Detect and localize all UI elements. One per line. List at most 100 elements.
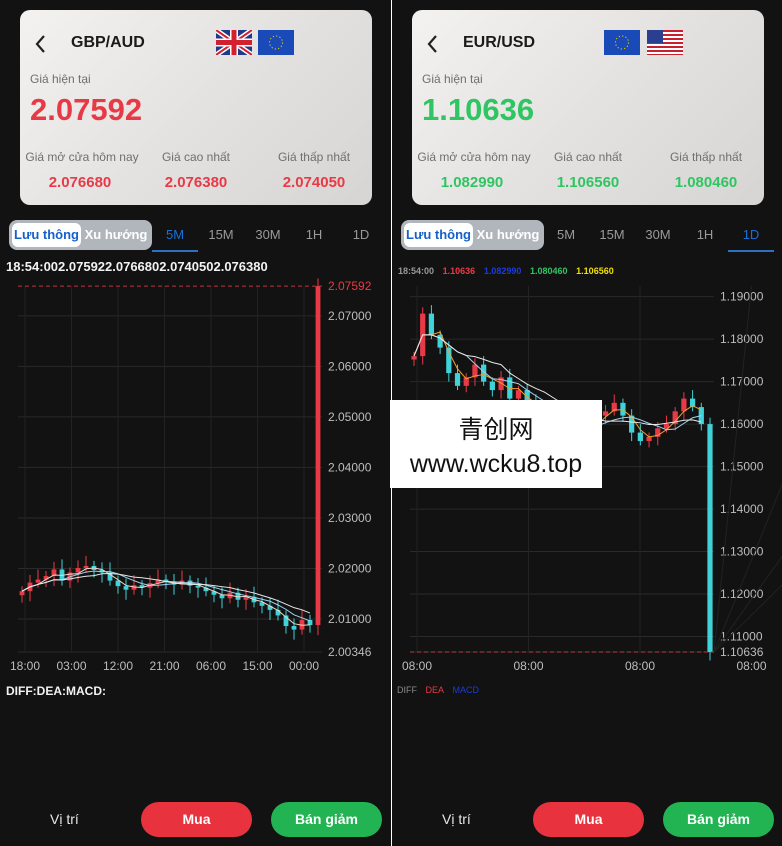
y-tick-label: 1.12000	[720, 587, 764, 601]
current-price-tag: 2.07592	[328, 279, 372, 293]
candle-body	[195, 585, 201, 588]
candle-body	[291, 626, 297, 630]
timeframe-1d[interactable]: 1D	[342, 227, 380, 242]
current-price: 1.10636	[422, 92, 535, 127]
y-tick-label: 2.07000	[328, 309, 372, 323]
macd-macd-label: MACD	[452, 685, 480, 695]
gbp-aud-candlestick-chart[interactable]: 2.07000 2.06000 2.05000 2.04000 2.03000 2.020…	[0, 270, 391, 670]
x-tick-label: 08:00	[513, 659, 543, 670]
timeframe-5m[interactable]: 5M	[156, 227, 194, 242]
candle-body	[707, 424, 713, 652]
macd-label: DIFF DEA MACD	[397, 685, 485, 695]
candle-body	[75, 567, 81, 573]
y-tick-label: 2.00346	[328, 645, 372, 659]
y-tick-label: 2.01000	[328, 612, 372, 626]
y-tick-label: 1.14000	[720, 502, 764, 516]
back-arrow-icon[interactable]	[424, 33, 442, 55]
open-value: 1.082990	[440, 174, 504, 191]
position-link[interactable]: Vị trí	[50, 811, 79, 827]
tab-circulation[interactable]: Lưu thông	[404, 223, 473, 247]
back-arrow-icon[interactable]	[32, 33, 50, 55]
high-value: 2.076380	[164, 174, 228, 191]
watermark: 青创网 www.wcku8.top	[390, 400, 602, 488]
y-tick-label: 1.11000	[720, 630, 763, 644]
x-tick-label: 08:00	[736, 659, 766, 670]
eu-flag-icon	[604, 30, 640, 55]
y-tick-label: 1.19000	[720, 290, 764, 304]
buy-button[interactable]: Mua	[533, 802, 644, 837]
timeframe-1h[interactable]: 1H	[686, 227, 724, 242]
y-tick-label: 2.05000	[328, 410, 372, 424]
candle-body	[315, 286, 321, 626]
watermark-url: www.wcku8.top	[409, 450, 583, 478]
buy-button[interactable]: Mua	[141, 802, 252, 837]
watermark-title: 青创网	[458, 416, 534, 444]
active-timeframe-indicator	[152, 250, 198, 252]
open-label: Giá mở cửa hôm nay	[25, 150, 139, 164]
high-label: Giá cao nhất	[161, 150, 231, 164]
low-value: 2.074050	[282, 174, 346, 191]
y-tick-label: 2.03000	[328, 511, 372, 525]
chart-mode-toggle: Lưu thông Xu hướng	[401, 220, 544, 250]
quote-card: EUR/USD Giá hiện tại 1.10636 Giá mở cửa …	[412, 10, 764, 205]
x-tick-label: 15:00	[242, 659, 272, 670]
timeframe-15m[interactable]: 15M	[202, 227, 240, 242]
candle-body	[681, 398, 687, 412]
high-value: 1.106560	[556, 174, 620, 191]
y-tick-label: 1.18000	[720, 332, 764, 346]
candle-body	[454, 373, 461, 386]
x-tick-label: 12:00	[103, 659, 133, 670]
y-tick-label: 2.04000	[328, 460, 372, 474]
open-value: 2.076680	[48, 174, 112, 191]
x-tick-label: 08:00	[402, 659, 432, 670]
uk-flag-icon	[216, 30, 252, 55]
y-tick-label: 2.02000	[328, 561, 372, 575]
low-value: 1.080460	[674, 174, 738, 191]
candle-body	[19, 591, 25, 596]
chart-mode-toggle: Lưu thông Xu hướng	[9, 220, 152, 250]
pair-title: EUR/USD	[463, 34, 536, 51]
tab-trend[interactable]: Xu hướng	[474, 223, 542, 247]
position-link[interactable]: Vị trí	[442, 811, 471, 827]
x-tick-label: 00:00	[289, 659, 319, 670]
candle-body	[411, 356, 417, 360]
eu-flag-icon	[258, 30, 294, 55]
tab-trend[interactable]: Xu hướng	[82, 223, 150, 247]
x-tick-label: 06:00	[196, 659, 226, 670]
candle-body	[620, 402, 626, 416]
sell-button[interactable]: Bán giảm	[271, 802, 382, 837]
candle-body	[489, 381, 495, 391]
timeframe-30m[interactable]: 30M	[249, 227, 287, 242]
macd-diff-label: DIFF	[397, 685, 417, 695]
x-tick-label: 21:00	[149, 659, 179, 670]
current-price-label: Giá hiện tại	[30, 72, 91, 86]
pair-title: GBP/AUD	[71, 34, 145, 51]
candle-body	[35, 579, 41, 583]
gbp-aud-panel: GBP/AUD Giá hiện tại 2.07592 Giá mở cửa …	[0, 0, 391, 846]
low-label: Giá thấp nhất	[669, 150, 743, 164]
timeframe-5m[interactable]: 5M	[547, 227, 585, 242]
timeframe-15m[interactable]: 15M	[593, 227, 631, 242]
macd-label: DIFF:DEA:MACD:	[6, 684, 106, 698]
macd-dea-label: DEA	[425, 685, 445, 695]
timeframe-1d[interactable]: 1D	[732, 227, 770, 242]
low-label: Giá thấp nhất	[277, 150, 351, 164]
high-label: Giá cao nhất	[553, 150, 623, 164]
candle-body	[646, 436, 652, 442]
x-tick-label: 08:00	[625, 659, 655, 670]
candle-body	[637, 432, 643, 442]
timeframe-1h[interactable]: 1H	[295, 227, 333, 242]
y-tick-label: 1.16000	[720, 417, 764, 431]
candle-body	[83, 565, 89, 568]
open-label: Giá mở cửa hôm nay	[417, 150, 531, 164]
y-tick-label: 2.06000	[328, 359, 372, 373]
candle-body	[629, 415, 635, 433]
tab-circulation[interactable]: Lưu thông	[12, 223, 81, 247]
timeframe-30m[interactable]: 30M	[639, 227, 677, 242]
quote-card: GBP/AUD Giá hiện tại 2.07592 Giá mở cửa …	[20, 10, 372, 205]
sell-button[interactable]: Bán giảm	[663, 802, 774, 837]
y-tick-label: 1.15000	[720, 460, 764, 474]
x-tick-label: 03:00	[56, 659, 86, 670]
current-price: 2.07592	[30, 92, 143, 127]
candle-body	[428, 313, 435, 335]
